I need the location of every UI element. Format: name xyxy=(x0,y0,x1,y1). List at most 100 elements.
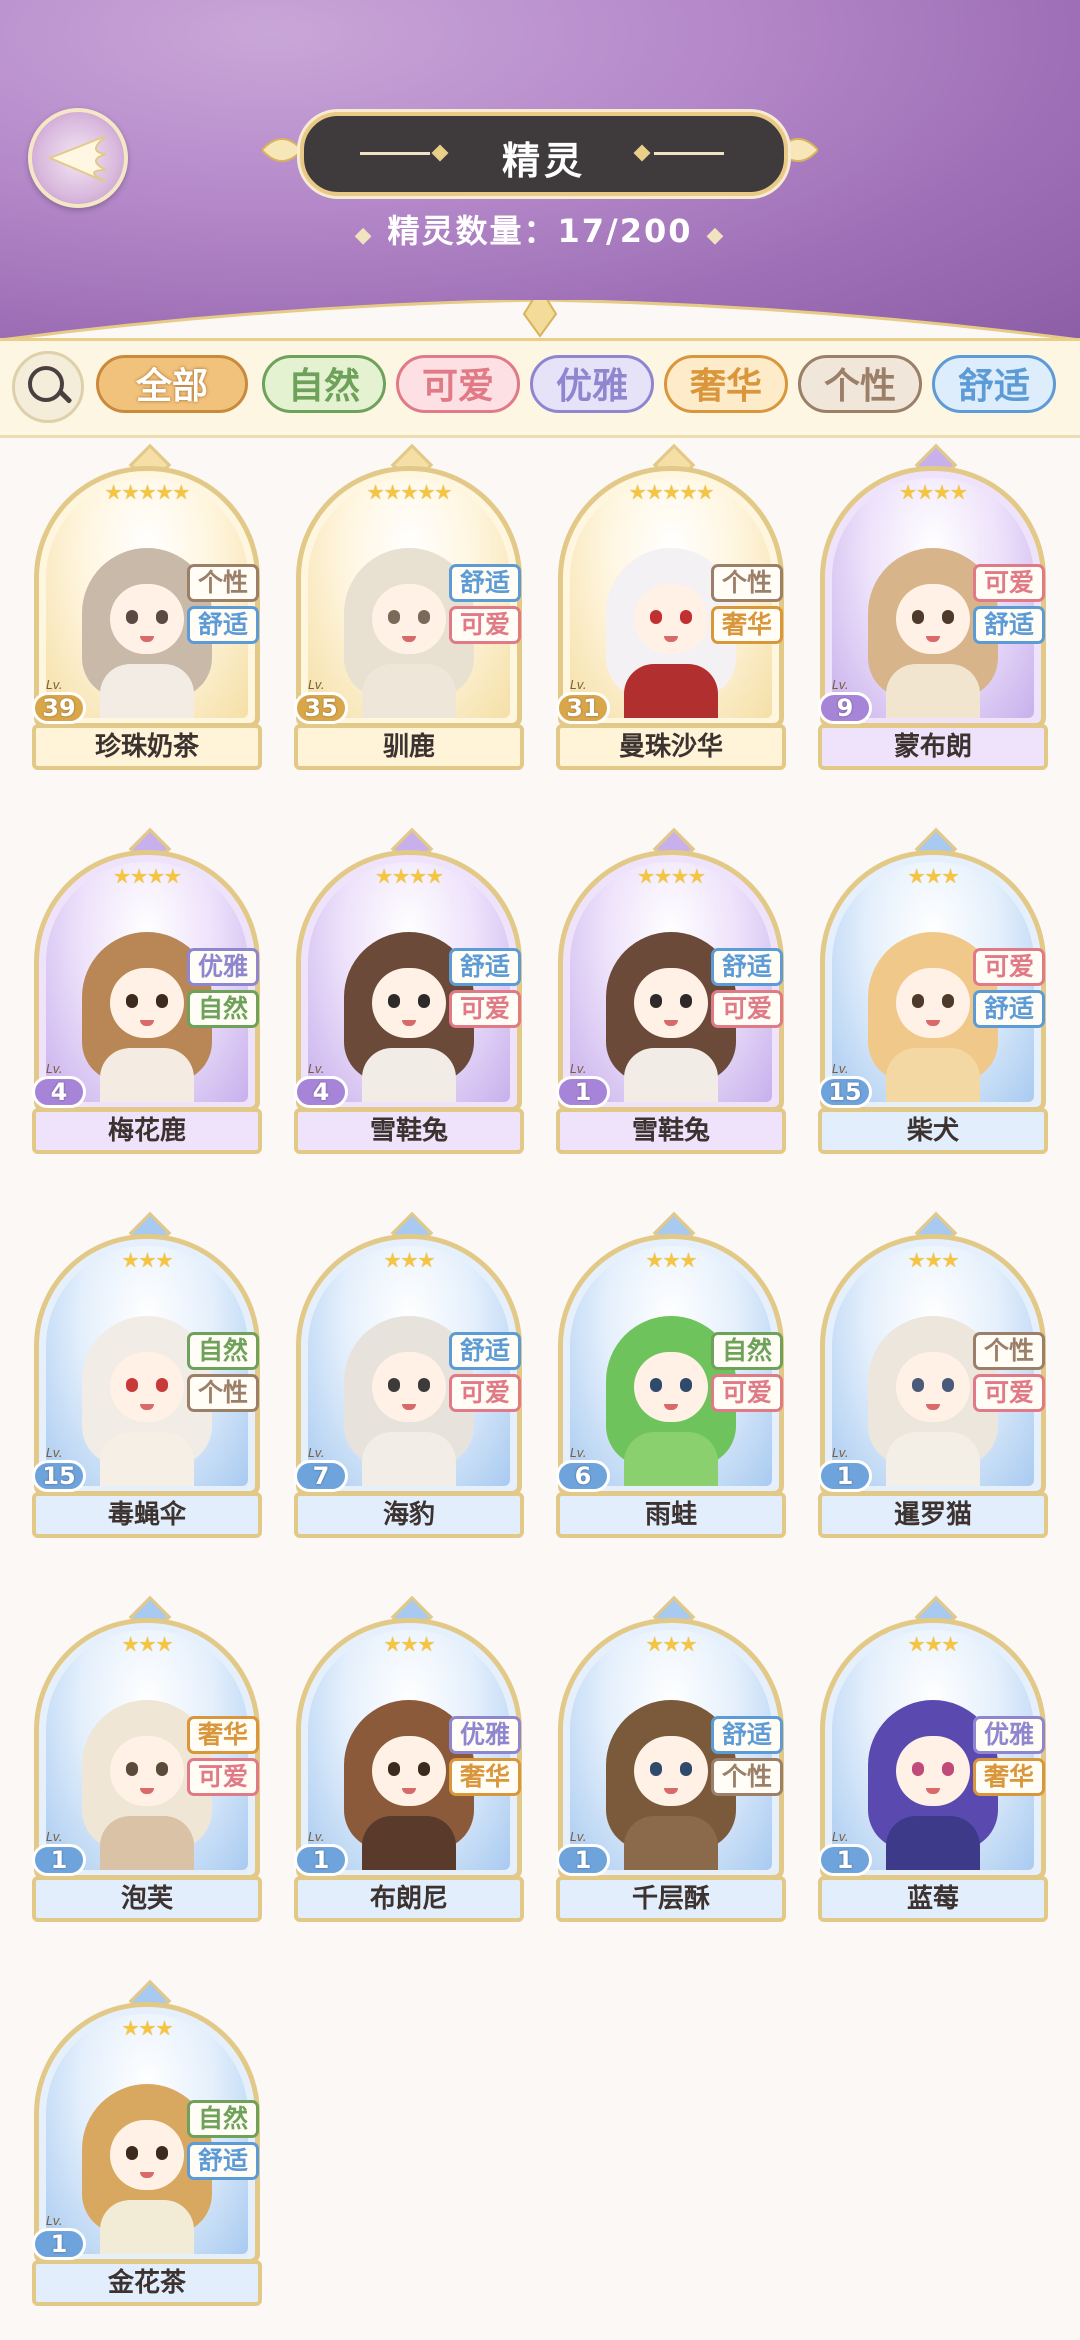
filter-tab[interactable]: 全部 xyxy=(96,355,248,413)
character-face xyxy=(110,1352,184,1422)
spirit-card[interactable]: ★★★★★ 个性 舒适 Lv. 39 珍珠奶茶 xyxy=(32,443,262,770)
spirit-card[interactable]: ★★★ 个性 可爱 Lv. 1 暹罗猫 xyxy=(818,1211,1048,1538)
filter-tab[interactable]: 可爱 xyxy=(396,355,520,413)
level-badge: Lv. 1 xyxy=(818,1446,872,1492)
trait-tag: 可爱 xyxy=(187,1758,259,1796)
level-value: 1 xyxy=(836,1462,854,1490)
rarity-stars: ★★★★★ xyxy=(104,480,191,504)
rarity-stars: ★★★ xyxy=(121,1248,174,1272)
character-face xyxy=(634,1736,708,1806)
spirit-name: 布朗尼 xyxy=(294,1876,524,1922)
trait-tag: 舒适 xyxy=(187,2142,259,2180)
spirit-card[interactable]: ★★★ 自然 可爱 Lv. 6 雨蛙 xyxy=(556,1211,786,1538)
level-badge: Lv. 39 xyxy=(32,678,86,724)
trait-tag: 可爱 xyxy=(449,606,521,644)
level-value: 1 xyxy=(836,1846,854,1874)
level-badge: Lv. 1 xyxy=(556,1062,610,1108)
character-eye xyxy=(680,994,692,1008)
spirit-name: 珍珠奶茶 xyxy=(32,724,262,770)
character-eye xyxy=(650,610,662,624)
character-eye xyxy=(912,1762,924,1776)
spirit-name: 曼珠沙华 xyxy=(556,724,786,770)
trait-tag: 舒适 xyxy=(449,948,521,986)
character-eye xyxy=(680,1378,692,1392)
character-eye xyxy=(126,610,138,624)
spirit-card[interactable]: ★★★★ 舒适 可爱 Lv. 4 雪鞋兔 xyxy=(294,827,524,1154)
rarity-stars: ★★★ xyxy=(383,1632,436,1656)
spirit-card[interactable]: ★★★ 自然 舒适 Lv. 1 金花茶 xyxy=(32,1979,262,2306)
trait-tag: 个性 xyxy=(187,1374,259,1412)
rarity-stars: ★★★ xyxy=(121,2016,174,2040)
level-prefix: Lv. xyxy=(308,1830,325,1844)
spirit-card[interactable]: ★★★ 优雅 奢华 Lv. 1 蓝莓 xyxy=(818,1595,1048,1922)
level-value: 1 xyxy=(50,1846,68,1874)
spirit-card[interactable]: ★★★ 舒适 可爱 Lv. 7 海豹 xyxy=(294,1211,524,1538)
spirit-card[interactable]: ★★★★ 舒适 可爱 Lv. 1 雪鞋兔 xyxy=(556,827,786,1154)
character-eye xyxy=(912,1378,924,1392)
spirit-card[interactable]: ★★★★★ 个性 奢华 Lv. 31 曼珠沙华 xyxy=(556,443,786,770)
character-eye xyxy=(418,994,430,1008)
filter-tab[interactable]: 优雅 xyxy=(530,355,654,413)
spirit-name: 海豹 xyxy=(294,1492,524,1538)
level-prefix: Lv. xyxy=(308,1446,325,1460)
character-face xyxy=(372,968,446,1038)
spirit-name: 暹罗猫 xyxy=(818,1492,1048,1538)
level-value: 1 xyxy=(50,2230,68,2258)
filter-tab[interactable]: 个性 xyxy=(798,355,922,413)
trait-tag: 可爱 xyxy=(973,1374,1045,1412)
level-value: 1 xyxy=(574,1846,592,1874)
level-prefix: Lv. xyxy=(832,1446,849,1460)
count-right-ornament: ◆ xyxy=(706,223,726,248)
level-value: 9 xyxy=(836,694,854,722)
filter-tab[interactable]: 奢华 xyxy=(664,355,788,413)
level-prefix: Lv. xyxy=(46,1830,63,1844)
spirit-name: 雪鞋兔 xyxy=(294,1108,524,1154)
character-face xyxy=(110,1736,184,1806)
spirit-card[interactable]: ★★★★★ 舒适 可爱 Lv. 35 驯鹿 xyxy=(294,443,524,770)
rarity-stars: ★★★★ xyxy=(637,864,706,888)
character-body xyxy=(362,1048,456,1102)
character-face xyxy=(110,968,184,1038)
character-eye xyxy=(650,994,662,1008)
title-ornament-line xyxy=(654,152,724,155)
trait-tag: 自然 xyxy=(187,2100,259,2138)
spirit-card[interactable]: ★★★ 优雅 奢华 Lv. 1 布朗尼 xyxy=(294,1595,524,1922)
character-eye xyxy=(156,1378,168,1392)
trait-tag: 舒适 xyxy=(973,990,1045,1028)
spirit-card[interactable]: ★★★ 舒适 个性 Lv. 1 千层酥 xyxy=(556,1595,786,1922)
character-body xyxy=(100,1048,194,1102)
spirit-card[interactable]: ★★★ 可爱 舒适 Lv. 15 柴犬 xyxy=(818,827,1048,1154)
level-badge: Lv. 15 xyxy=(32,1446,86,1492)
trait-tag: 舒适 xyxy=(449,564,521,602)
level-prefix: Lv. xyxy=(570,1062,587,1076)
spirit-name: 蓝莓 xyxy=(818,1876,1048,1922)
filter-tab[interactable]: 自然 xyxy=(262,355,386,413)
back-button[interactable] xyxy=(28,108,128,208)
character-face xyxy=(896,1736,970,1806)
trait-tag: 舒适 xyxy=(711,1716,783,1754)
level-badge: Lv. 4 xyxy=(294,1062,348,1108)
level-badge: Lv. 1 xyxy=(32,1830,86,1876)
character-face xyxy=(634,968,708,1038)
trait-tag: 自然 xyxy=(187,1332,259,1370)
search-button[interactable] xyxy=(12,351,84,423)
trait-tag: 可爱 xyxy=(711,1374,783,1412)
trait-tag: 优雅 xyxy=(973,1716,1045,1754)
character-eye xyxy=(126,1378,138,1392)
filter-tab[interactable]: 舒适 xyxy=(932,355,1056,413)
spirit-name: 蒙布朗 xyxy=(818,724,1048,770)
trait-tag: 奢华 xyxy=(711,606,783,644)
rarity-stars: ★★★★ xyxy=(899,480,968,504)
spirit-count: ◆ 精灵数量：17/200 ◆ xyxy=(0,206,1080,252)
trait-tag: 舒适 xyxy=(711,948,783,986)
character-face xyxy=(110,584,184,654)
level-badge: Lv. 9 xyxy=(818,678,872,724)
character-body xyxy=(886,664,980,718)
spirit-card[interactable]: ★★★ 奢华 可爱 Lv. 1 泡芙 xyxy=(32,1595,262,1922)
character-body xyxy=(624,1432,718,1486)
spirit-card[interactable]: ★★★ 自然 个性 Lv. 15 毒蝇伞 xyxy=(32,1211,262,1538)
trait-tag: 个性 xyxy=(973,1332,1045,1370)
spirit-card[interactable]: ★★★★ 优雅 自然 Lv. 4 梅花鹿 xyxy=(32,827,262,1154)
rarity-stars: ★★★ xyxy=(645,1248,698,1272)
spirit-card[interactable]: ★★★★ 可爱 舒适 Lv. 9 蒙布朗 xyxy=(818,443,1048,770)
